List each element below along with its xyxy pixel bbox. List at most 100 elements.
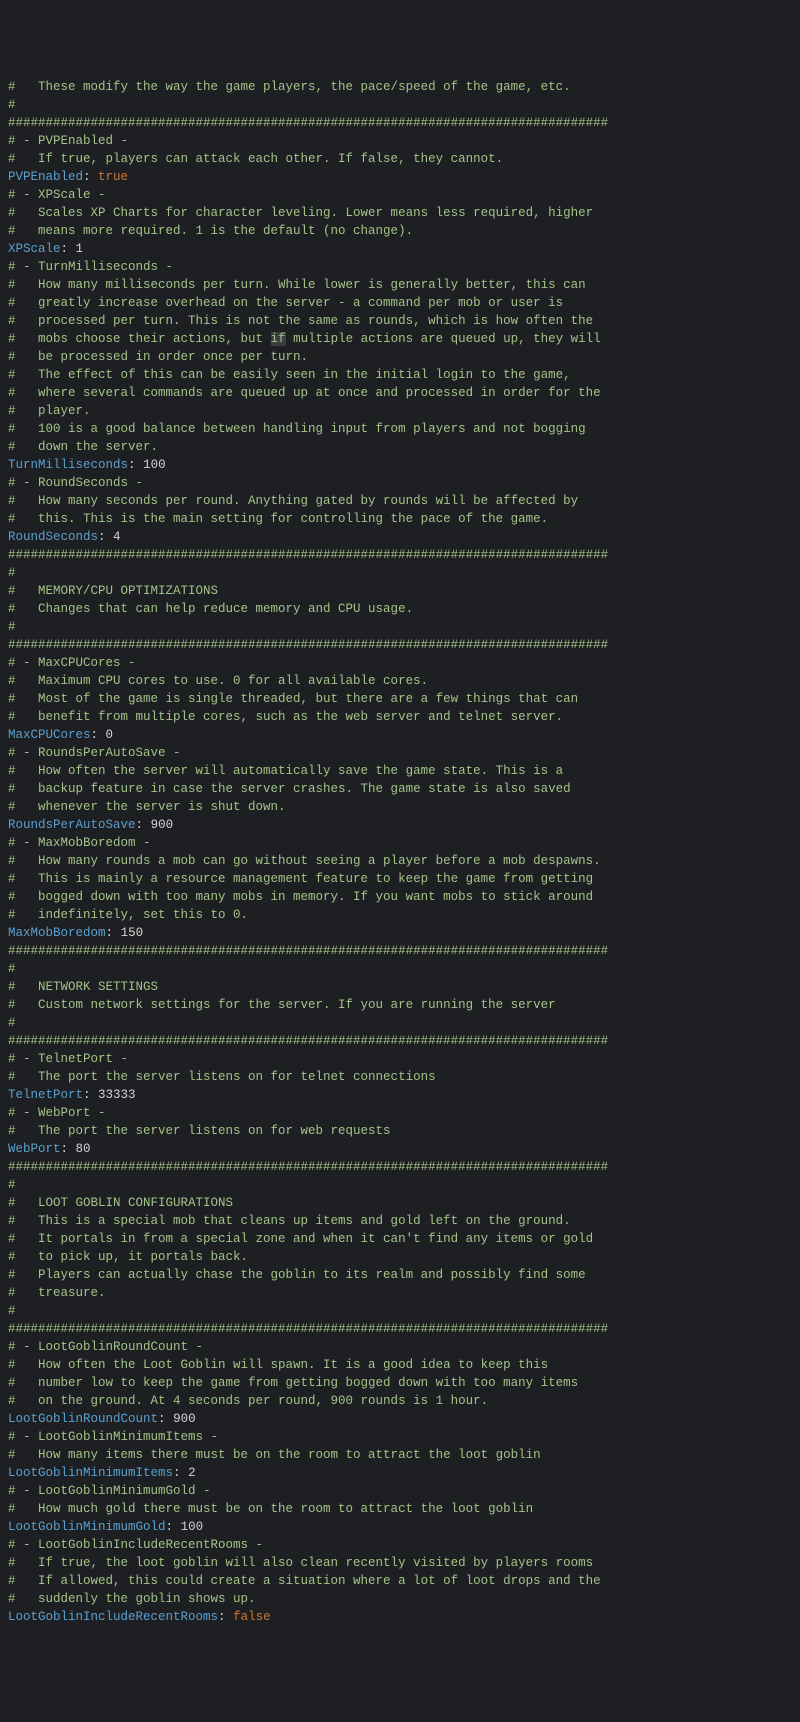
yaml-value: 900 — [173, 1412, 196, 1426]
comment-line: # How many milliseconds per turn. While … — [8, 278, 586, 292]
yaml-key: RoundsPerAutoSave — [8, 818, 136, 832]
comment-line: # means more required. 1 is the default … — [8, 224, 413, 238]
yaml-key: XPScale — [8, 242, 61, 256]
comment-line: # The port the server listens on for web… — [8, 1124, 391, 1138]
comment-line: # If allowed, this could create a situat… — [8, 1574, 601, 1588]
yaml-value: 1 — [76, 242, 84, 256]
yaml-key: MaxMobBoredom — [8, 926, 106, 940]
colon: : — [61, 242, 69, 256]
comment-line: # This is a special mob that cleans up i… — [8, 1214, 571, 1228]
comment-line: # - TelnetPort - — [8, 1052, 128, 1066]
comment-line: # — [8, 620, 16, 634]
comment-line: # Changes that can help reduce memory an… — [8, 602, 413, 616]
comment-line: # processed per turn. This is not the sa… — [8, 314, 593, 328]
comment-line: # How many items there must be on the ro… — [8, 1448, 541, 1462]
comment-line: # MEMORY/CPU OPTIMIZATIONS — [8, 584, 218, 598]
comment-line: # Custom network settings for the server… — [8, 998, 556, 1012]
comment-line: # - LootGoblinMinimumItems - — [8, 1430, 218, 1444]
comment-line: # - XPScale - — [8, 188, 106, 202]
yaml-value: 2 — [188, 1466, 196, 1480]
comment-line: # — [8, 98, 16, 112]
yaml-key: LootGoblinMinimumGold — [8, 1520, 166, 1534]
yaml-key: LootGoblinMinimumItems — [8, 1466, 173, 1480]
comment-line: # — [8, 1304, 16, 1318]
yaml-key: TelnetPort — [8, 1088, 83, 1102]
comment-line: # - PVPEnabled - — [8, 134, 128, 148]
yaml-value: 33333 — [98, 1088, 136, 1102]
yaml-key: PVPEnabled — [8, 170, 83, 184]
comment-line: # - WebPort - — [8, 1106, 106, 1120]
comment-line: # Maximum CPU cores to use. 0 for all av… — [8, 674, 428, 688]
comment-line: # - TurnMilliseconds - — [8, 260, 173, 274]
yaml-value: 100 — [143, 458, 166, 472]
comment-line: # — [8, 1178, 16, 1192]
yaml-value: 900 — [151, 818, 174, 832]
comment-line: # backup feature in case the server cras… — [8, 782, 571, 796]
yaml-value: false — [233, 1610, 271, 1624]
yaml-key: MaxCPUCores — [8, 728, 91, 742]
comment-line: # — [8, 962, 16, 976]
yaml-value: 0 — [106, 728, 114, 742]
comment-line: # be processed in order once per turn. — [8, 350, 308, 364]
yaml-key: LootGoblinRoundCount — [8, 1412, 158, 1426]
yaml-key: TurnMilliseconds — [8, 458, 128, 472]
comment-line: # treasure. — [8, 1286, 106, 1300]
comment-line: # LOOT GOBLIN CONFIGURATIONS — [8, 1196, 233, 1210]
yaml-key: WebPort — [8, 1142, 61, 1156]
comment-line: # down the server. — [8, 440, 158, 454]
yaml-value: true — [98, 170, 128, 184]
comment-line: # bogged down with too many mobs in memo… — [8, 890, 593, 904]
comment-line: # Most of the game is single threaded, b… — [8, 692, 578, 706]
comment-line: ########################################… — [8, 638, 608, 652]
comment-line: # NETWORK SETTINGS — [8, 980, 158, 994]
comment-line: # Scales XP Charts for character levelin… — [8, 206, 593, 220]
colon: : — [98, 530, 106, 544]
comment-line: # 100 is a good balance between handling… — [8, 422, 586, 436]
comment-line: # Players can actually chase the goblin … — [8, 1268, 586, 1282]
comment-line: # on the ground. At 4 seconds per round,… — [8, 1394, 488, 1408]
comment-line: ########################################… — [8, 1322, 608, 1336]
comment-line: # this. This is the main setting for con… — [8, 512, 548, 526]
comment-line: # whenever the server is shut down. — [8, 800, 286, 814]
comment-line: # These modify the way the game players,… — [8, 80, 571, 94]
colon: : — [158, 1412, 166, 1426]
colon: : — [91, 728, 99, 742]
comment-line: # - MaxMobBoredom - — [8, 836, 151, 850]
comment-line: # If true, the loot goblin will also cle… — [8, 1556, 593, 1570]
comment-line: # indefinitely, set this to 0. — [8, 908, 248, 922]
yaml-config-code: # These modify the way the game players,… — [8, 78, 792, 1626]
comment-line: # suddenly the goblin shows up. — [8, 1592, 256, 1606]
colon: : — [136, 818, 144, 832]
comment-line: # number low to keep the game from getti… — [8, 1376, 578, 1390]
comment-line: ########################################… — [8, 116, 608, 130]
comment-line: # How often the server will automaticall… — [8, 764, 563, 778]
yaml-value: 100 — [181, 1520, 204, 1534]
comment-line: # benefit from multiple cores, such as t… — [8, 710, 563, 724]
colon: : — [166, 1520, 174, 1534]
comment-line: # How much gold there must be on the roo… — [8, 1502, 533, 1516]
comment-line: # This is mainly a resource management f… — [8, 872, 593, 886]
comment-line: # - MaxCPUCores - — [8, 656, 136, 670]
comment-line: # where several commands are queued up a… — [8, 386, 601, 400]
comment-line: # - RoundsPerAutoSave - — [8, 746, 181, 760]
yaml-value: 80 — [76, 1142, 91, 1156]
comment-line: # How many seconds per round. Anything g… — [8, 494, 578, 508]
comment-line: # - LootGoblinIncludeRecentRooms - — [8, 1538, 263, 1552]
yaml-value: 150 — [121, 926, 144, 940]
comment-line: # The port the server listens on for tel… — [8, 1070, 436, 1084]
yaml-key: LootGoblinIncludeRecentRooms — [8, 1610, 218, 1624]
colon: : — [128, 458, 136, 472]
comment-line: # It portals in from a special zone and … — [8, 1232, 593, 1246]
colon: : — [61, 1142, 69, 1156]
colon: : — [173, 1466, 181, 1480]
comment-line: ########################################… — [8, 1160, 608, 1174]
comment-line: # greatly increase overhead on the serve… — [8, 296, 563, 310]
comment-line: # How often the Loot Goblin will spawn. … — [8, 1358, 548, 1372]
comment-line: # — [8, 1016, 16, 1030]
comment-line: ########################################… — [8, 1034, 608, 1048]
comment-line: ########################################… — [8, 944, 608, 958]
colon: : — [83, 1088, 91, 1102]
comment-line: # The effect of this can be easily seen … — [8, 368, 571, 382]
colon: : — [83, 170, 91, 184]
highlighted-word: if — [271, 332, 286, 346]
